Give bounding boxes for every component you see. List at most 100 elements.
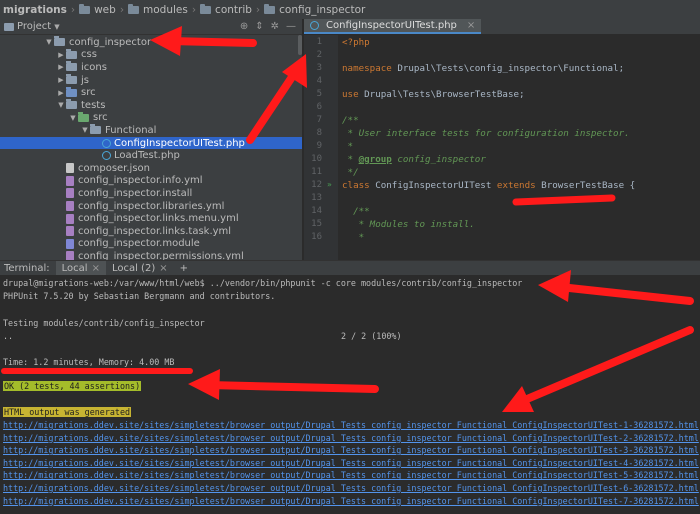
breadcrumb-item[interactable]: config_inspector	[261, 3, 368, 16]
run-test-icon[interactable]: »	[327, 180, 332, 189]
tree-item[interactable]: config_inspector.module	[0, 238, 302, 251]
html-output-link[interactable]: http://migrations.ddev.site/sites/simple…	[3, 458, 699, 468]
tree-item[interactable]: ConfigInspectorUITest.php	[0, 136, 302, 150]
php-file-icon	[102, 151, 111, 161]
tree-item-label: css	[81, 49, 97, 61]
code-line: * User interface tests for configuration…	[342, 128, 630, 139]
close-icon[interactable]: ×	[92, 263, 100, 274]
breadcrumb-item[interactable]: migrations	[0, 4, 70, 16]
code-token: *	[342, 232, 365, 243]
folder-icon	[66, 61, 77, 72]
tree-item[interactable]: ▶ css	[0, 48, 302, 62]
yml-file-icon	[66, 251, 74, 260]
progress-dots: ..	[3, 331, 14, 341]
line-number: 4	[316, 76, 322, 86]
code-token: * User interface tests for configuration…	[342, 128, 630, 139]
code-line: use Drupal\Tests\BrowserTestBase;	[342, 89, 525, 100]
tree-item[interactable]: ▼ config_inspector	[0, 36, 302, 49]
breadcrumb-label: contrib	[215, 3, 252, 16]
tree-item-label: js	[81, 74, 89, 86]
breadcrumb-item[interactable]: contrib	[197, 3, 255, 16]
terminal-tab-local-2[interactable]: Local (2) ×	[106, 261, 174, 275]
tree-item-label: config_inspector.links.task.yml	[78, 225, 232, 237]
project-panel-title: Project	[17, 21, 52, 32]
terminal-tab-label: Local (2)	[111, 262, 156, 274]
tree-item-label: icons	[81, 61, 107, 73]
html-output-link[interactable]: http://migrations.ddev.site/sites/simple…	[3, 496, 699, 506]
line-number: 6	[316, 102, 322, 112]
chevron-down-icon[interactable]: ▼	[80, 126, 90, 134]
html-output-link[interactable]: http://migrations.ddev.site/sites/simple…	[3, 470, 699, 480]
code-line: /**	[342, 115, 359, 126]
php-file-icon	[310, 21, 319, 30]
yml-file-icon	[66, 213, 74, 224]
chevron-down-icon: ▼	[54, 22, 60, 31]
line-number: 15	[311, 219, 322, 229]
folder-icon	[66, 74, 77, 85]
close-icon[interactable]: ×	[159, 263, 167, 274]
gear-icon[interactable]: ✲	[271, 21, 279, 32]
html-output-link[interactable]: http://migrations.ddev.site/sites/simple…	[3, 483, 699, 493]
chevron-right-icon[interactable]: ▶	[56, 89, 66, 97]
tree-item[interactable]: ▶ src	[0, 86, 302, 99]
php-file-icon	[102, 138, 111, 148]
tab-label: ConfigInspectorUITest.php	[326, 20, 457, 31]
code-token: */	[342, 167, 359, 178]
line-number: 14	[311, 206, 322, 216]
chevron-down-icon[interactable]: ▼	[44, 38, 54, 46]
tree-item[interactable]: config_inspector.info.yml	[0, 175, 302, 188]
tree-item[interactable]: config_inspector.install	[0, 187, 302, 200]
collapse-icon[interactable]: ⇕	[255, 21, 263, 32]
tree-item[interactable]: ▼ Functional	[0, 124, 302, 137]
breadcrumb-item[interactable]: web	[76, 3, 119, 16]
tree-item[interactable]: config_inspector.libraries.yml	[0, 200, 302, 213]
code-line: <?php	[342, 37, 370, 48]
code-line: * @group config_inspector	[342, 154, 486, 165]
line-number: 16	[311, 232, 322, 242]
code-line: /**	[342, 206, 370, 217]
terminal-header: Terminal: Local × Local (2) × +	[0, 261, 700, 275]
ok-result: OK (2 tests, 44 assertions)	[3, 381, 142, 391]
tree-item[interactable]: ▼ tests	[0, 99, 302, 112]
close-icon[interactable]: ×	[467, 20, 475, 31]
tree-item-label: ConfigInspectorUITest.php	[114, 137, 245, 149]
tab-configinspectoruitest[interactable]: ConfigInspectorUITest.php ×	[304, 19, 482, 34]
html-output-link[interactable]: http://migrations.ddev.site/sites/simple…	[3, 420, 699, 430]
line-number: 10	[311, 154, 322, 164]
tree-item[interactable]: config_inspector.links.menu.yml	[0, 212, 302, 225]
tree-item[interactable]: ▶ js	[0, 74, 302, 87]
tree-item[interactable]: ▶ icons	[0, 61, 302, 74]
tree-item-label: config_inspector.libraries.yml	[78, 200, 225, 212]
tree-item-label: config_inspector.links.menu.yml	[78, 213, 239, 225]
yml-file-icon	[66, 188, 74, 199]
line-number: 7	[316, 115, 322, 125]
code-editor[interactable]: <?php namespace Drupal\Tests\config_inspe…	[338, 35, 700, 260]
project-panel-header: Project ▼ ⊕ ⇕ ✲ —	[0, 19, 302, 35]
hide-panel-icon[interactable]: —	[286, 21, 296, 32]
tree-item-label: tests	[81, 99, 106, 111]
tree-item[interactable]: config_inspector.links.task.yml	[0, 225, 302, 238]
code-token: namespace	[342, 63, 398, 74]
chevron-right-icon[interactable]: ▶	[56, 76, 66, 84]
add-terminal-tab-button[interactable]: +	[174, 263, 194, 274]
locate-icon[interactable]: ⊕	[240, 21, 248, 32]
project-view-selector[interactable]: Project ▼	[4, 21, 60, 32]
code-line: * Modules to install.	[342, 219, 475, 230]
tree-item[interactable]: config_inspector.permissions.yml	[0, 250, 302, 260]
html-output-link[interactable]: http://migrations.ddev.site/sites/simple…	[3, 445, 699, 455]
chevron-right-icon[interactable]: ▶	[56, 51, 66, 59]
breadcrumb-item[interactable]: modules	[125, 3, 191, 16]
terminal-output[interactable]: drupal@migrations-web:/var/www/html/web$…	[0, 275, 700, 514]
html-output-link[interactable]: http://migrations.ddev.site/sites/simple…	[3, 433, 699, 443]
chevron-down-icon[interactable]: ▼	[56, 101, 66, 109]
tree-item[interactable]: LoadTest.php	[0, 149, 302, 162]
code-token: ConfigInspectorUITest	[375, 180, 497, 191]
tree-item[interactable]: composer.json	[0, 162, 302, 175]
tree-item[interactable]: ▼ src	[0, 111, 302, 125]
chevron-right-icon[interactable]: ▶	[56, 63, 66, 71]
terminal-tab-local[interactable]: Local ×	[55, 261, 106, 275]
line-number: 3	[316, 63, 322, 73]
line-number: 8	[316, 128, 322, 138]
chevron-down-icon[interactable]: ▼	[68, 114, 78, 122]
folder-icon	[264, 3, 276, 14]
